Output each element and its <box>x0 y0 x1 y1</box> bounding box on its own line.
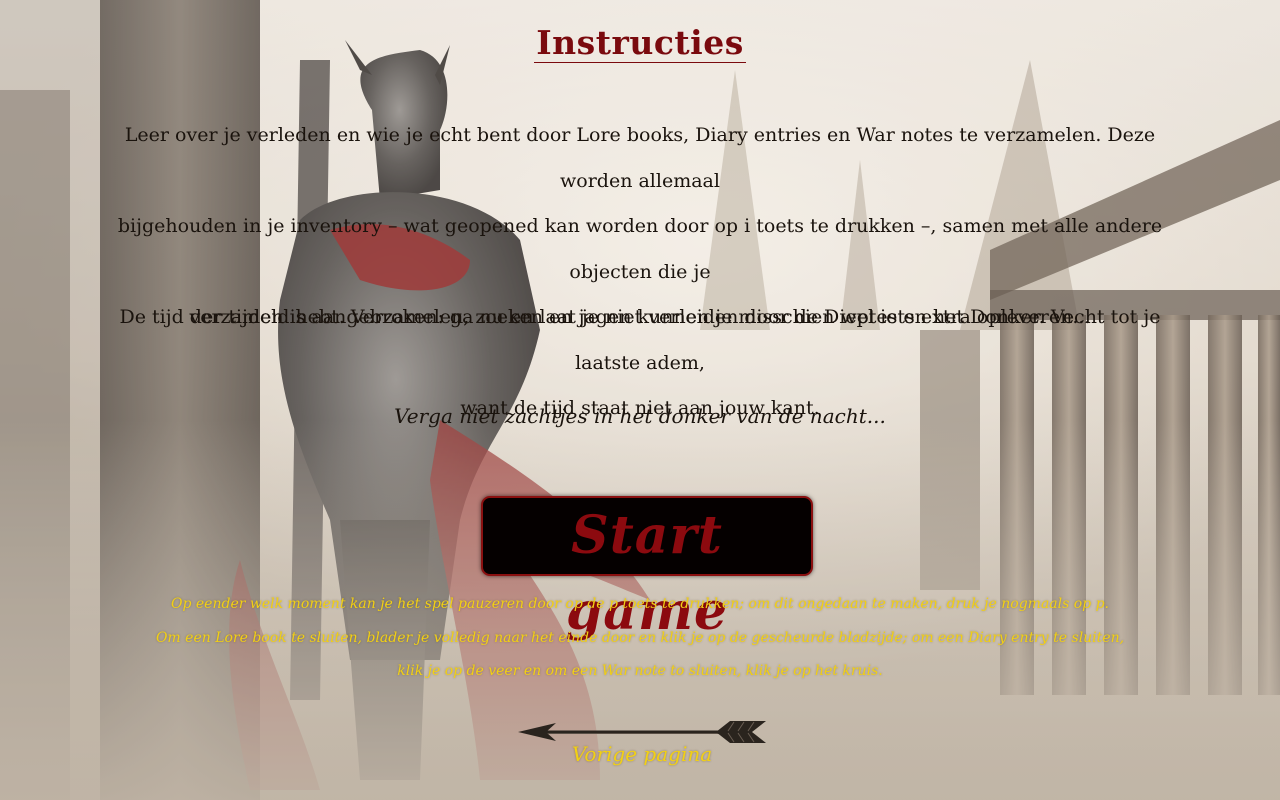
page-title: Instructies <box>534 23 746 63</box>
tagline: Verga niet zachtjes in het donker van de… <box>394 404 886 428</box>
previous-page-label: Vorige pagina <box>571 742 713 766</box>
page-title-wrapper: Instructies <box>0 24 1280 63</box>
controls-note-line: klik je op de veer en om een War note to… <box>397 663 883 679</box>
time-paragraph-line: De tijd der tijden is aangebroken: ga nu… <box>119 306 1161 374</box>
controls-note-line: Op eender welk moment kan je het spel pa… <box>171 596 1109 612</box>
controls-note-line: Om een Lore book te sluiten, blader je v… <box>155 629 1125 646</box>
start-game-button[interactable]: Start game <box>481 496 813 642</box>
previous-page-link[interactable]: Vorige pagina <box>516 714 768 786</box>
controls-notes: Op eender welk moment kan je het spel pa… <box>150 588 1130 689</box>
lore-paragraph-line: bijgehouden in je inventory – wat geopen… <box>117 215 1163 283</box>
lore-paragraph-line: Leer over je verleden en wie je echt ben… <box>124 124 1156 192</box>
